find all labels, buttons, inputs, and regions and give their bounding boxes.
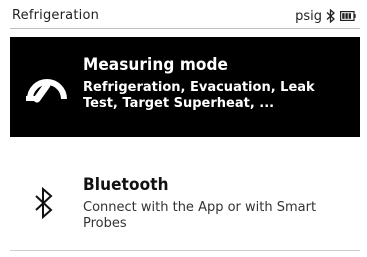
pressure-unit: psig xyxy=(295,8,322,24)
menu-item-title: Measuring mode xyxy=(83,55,229,75)
menu-item-description: Refrigeration, Evacuation, Leak Test, Ta… xyxy=(83,80,315,111)
bluetooth-icon xyxy=(34,186,54,223)
device-screen: Refrigeration psig Measuring mode Refrig… xyxy=(0,0,367,257)
menu-item-text: Measuring mode Refrigeration, Evacuation… xyxy=(83,55,350,112)
menu-item-description: Connect with the App or with Smart Probe… xyxy=(83,200,317,231)
menu-item-measuring-mode[interactable]: Measuring mode Refrigeration, Evacuation… xyxy=(10,37,360,137)
bluetooth-status-icon xyxy=(326,9,336,23)
menu-item-bluetooth[interactable]: Bluetooth Connect with the App or with S… xyxy=(10,163,360,245)
status-indicators: psig xyxy=(295,7,356,25)
menu-item-text: Bluetooth Connect with the App or with S… xyxy=(83,175,350,232)
menu-item-title: Bluetooth xyxy=(83,175,169,195)
divider xyxy=(10,250,360,251)
battery-icon xyxy=(340,11,356,21)
status-bar: Refrigeration psig xyxy=(10,4,360,29)
status-title: Refrigeration xyxy=(12,8,100,23)
gauge-icon xyxy=(24,69,70,109)
